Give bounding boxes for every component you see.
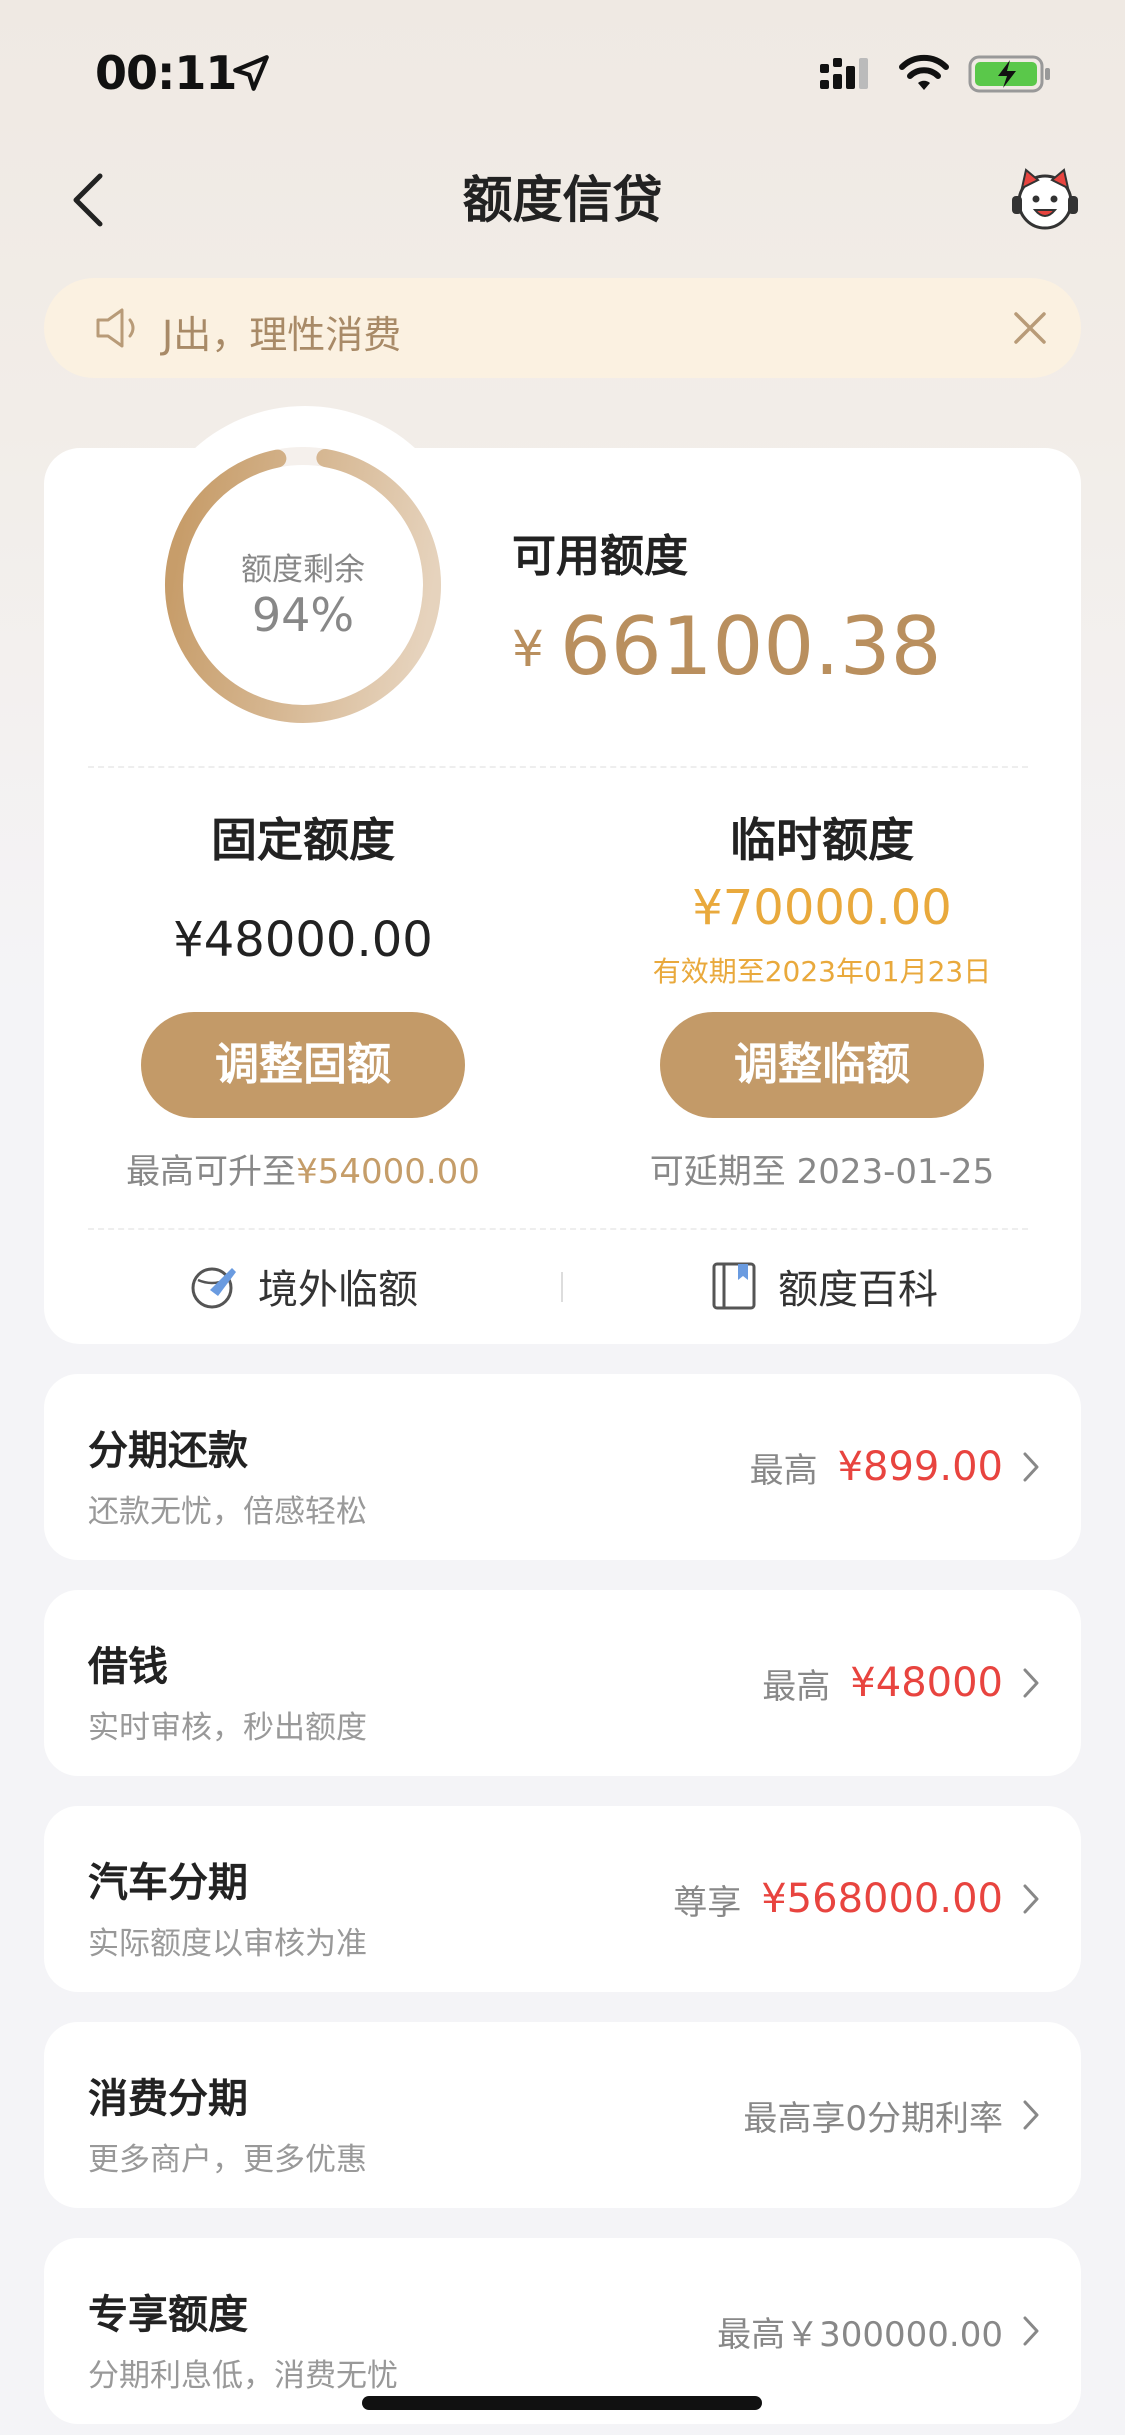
chevron-right-icon (1023, 2316, 1039, 2346)
battery-charging-icon (968, 55, 1050, 93)
currency-symbol: ¥ (512, 620, 544, 678)
service-subtitle: 分期利息低，消费无忧 (88, 2358, 398, 2394)
service-title: 专享额度 (88, 2292, 248, 2338)
service-row-borrow-money[interactable]: 借钱 实时审核，秒出额度 最高 ¥48000 (44, 1590, 1081, 1776)
temporary-quota-validity: 有效期至2023年01月23日 (652, 955, 992, 988)
chevron-right-icon (1023, 1884, 1039, 1914)
service-offer-text: 最高￥300000.00 (717, 2314, 1003, 2355)
service-row-consumer-installment[interactable]: 消费分期 更多商户，更多优惠 最高享0分期利率 (44, 2022, 1081, 2208)
chevron-right-icon (1023, 2100, 1039, 2130)
service-offer-prefix: 尊享 (673, 1882, 742, 1923)
ring-percent: 94% (251, 588, 355, 642)
book-icon (712, 1262, 756, 1310)
status-time: 00:11 (95, 46, 237, 100)
speaker-icon (96, 308, 135, 348)
notice-text: J出，理性消费 (162, 313, 402, 357)
overseas-temp-quota-label: 境外临额 (258, 1267, 418, 1313)
service-title: 分期还款 (88, 1428, 248, 1474)
service-offer-value: ¥48000 (850, 1660, 1003, 1706)
divider (88, 766, 1028, 768)
service-title: 汽车分期 (88, 1860, 248, 1906)
service-offer-prefix: 最高 (749, 1450, 818, 1491)
service-offer-prefix: 最高 (762, 1666, 831, 1707)
service-row-car-installment[interactable]: 汽车分期 实际额度以审核为准 尊享 ¥568000.00 (44, 1806, 1081, 1992)
notice-bar: J出，理性消费 (44, 278, 1081, 378)
service-offer: 最高 ¥899.00 (750, 1374, 1003, 1560)
divider (88, 1228, 1028, 1230)
close-icon[interactable] (1006, 304, 1054, 352)
remaining-quota-ring: 额度剩余 94% (150, 432, 456, 738)
chevron-right-icon (1023, 1668, 1039, 1698)
fixed-note-prefix: 最高可升至 (126, 1152, 297, 1192)
cellular-signal-icon (820, 58, 868, 89)
service-subtitle: 实际额度以审核为准 (88, 1926, 367, 1962)
service-offer: 尊享 ¥568000.00 (673, 1806, 1003, 1992)
page-title: 额度信贷 (462, 171, 663, 229)
mascot-service-icon[interactable] (1008, 162, 1082, 236)
service-offer: 最高 ¥48000 (762, 1590, 1003, 1776)
service-offer-value: ¥899.00 (837, 1444, 1003, 1490)
home-indicator (362, 2396, 762, 2410)
adjust-fixed-quota-button[interactable]: 调整固额 (141, 1012, 465, 1118)
service-title: 消费分期 (88, 2076, 248, 2122)
available-quota-label: 可用额度 (512, 531, 688, 582)
fixed-note-value: ¥54000.00 (296, 1152, 480, 1192)
quota-encyclopedia-label: 额度百科 (778, 1267, 938, 1313)
temporary-quota-amount: ¥70000.00 (692, 880, 952, 936)
overseas-temp-quota-link[interactable]: 境外临额 (188, 1256, 418, 1316)
service-offer-text: 最高享0分期利率 (743, 2098, 1003, 2139)
fixed-quota-title: 固定额度 (211, 813, 395, 867)
service-offer-value: ¥568000.00 (761, 1876, 1003, 1922)
service-subtitle: 还款无忧，倍感轻松 (88, 1494, 367, 1530)
fixed-quota-note: 最高可升至¥54000.00 (53, 1144, 553, 1193)
adjust-temporary-quota-button[interactable]: 调整临额 (660, 1012, 984, 1118)
ring-label: 额度剩余 (241, 552, 365, 588)
service-subtitle: 实时审核，秒出额度 (88, 1710, 367, 1746)
link-separator (561, 1272, 563, 1302)
service-offer: 最高享0分期利率 (743, 2022, 1003, 2208)
temporary-quota-note: 可延期至 2023-01-25 (649, 1152, 995, 1192)
fixed-quota-amount: ¥48000.00 (173, 912, 433, 968)
service-offer: 最高￥300000.00 (717, 2238, 1003, 2424)
temporary-quota-title: 临时额度 (730, 813, 914, 867)
chevron-right-icon (1023, 1452, 1039, 1482)
service-subtitle: 更多商户，更多优惠 (88, 2142, 367, 2178)
status-bar: 00:11 (0, 0, 1125, 140)
service-row-installment-repayment[interactable]: 分期还款 还款无忧，倍感轻松 最高 ¥899.00 (44, 1374, 1081, 1560)
location-arrow-icon (233, 55, 269, 91)
service-title: 借钱 (88, 1644, 168, 1690)
available-quota-amount: ¥66100.38 (512, 600, 942, 693)
wifi-icon (899, 54, 949, 90)
available-amount-value: 66100.38 (559, 600, 942, 693)
globe-plane-icon (191, 1267, 236, 1309)
quota-encyclopedia-link[interactable]: 额度百科 (708, 1256, 938, 1316)
